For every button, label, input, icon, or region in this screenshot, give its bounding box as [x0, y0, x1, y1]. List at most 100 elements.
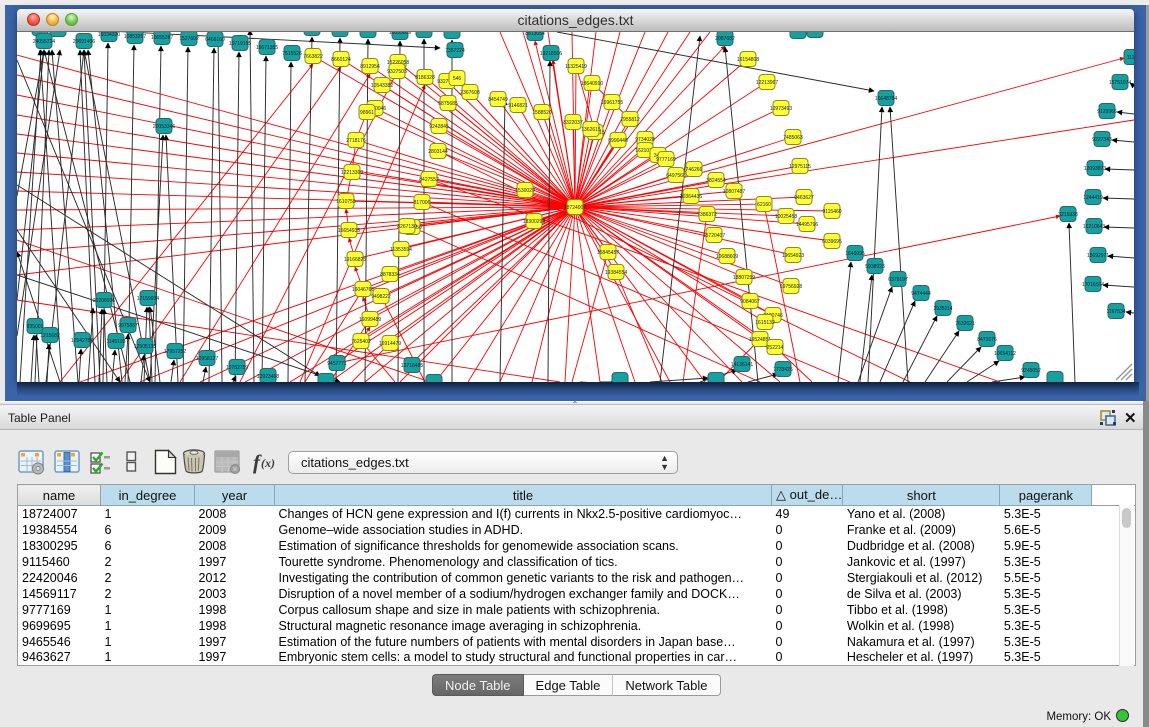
svg-text:5938923: 5938923	[865, 264, 885, 270]
svg-text:19756928: 19756928	[780, 284, 802, 290]
svg-text:18640910: 18640910	[581, 81, 603, 87]
svg-text:19384554: 19384554	[605, 270, 627, 276]
svg-text:19166825: 19166825	[344, 257, 366, 263]
svg-text:10025458: 10025458	[775, 214, 797, 220]
svg-text:15720407: 15720407	[703, 233, 725, 239]
svg-text:5875685: 5875685	[438, 101, 458, 107]
svg-text:16210643: 16210643	[1083, 224, 1105, 230]
svg-text:7625402: 7625402	[351, 339, 371, 345]
svg-text:1362615: 1362615	[581, 127, 601, 133]
svg-text:10654112: 10654112	[994, 351, 1016, 357]
svg-text:10958127: 10958127	[196, 356, 218, 362]
svg-text:8267130: 8267130	[397, 224, 417, 230]
svg-text:1588520: 1588520	[532, 110, 552, 116]
svg-text:19654923: 19654923	[782, 253, 804, 259]
svg-text:12213967: 12213967	[756, 80, 778, 86]
svg-text:9115460: 9115460	[822, 209, 841, 215]
svg-text:3215938: 3215938	[1058, 212, 1078, 218]
svg-text:1610755: 1610755	[336, 199, 356, 205]
svg-text:10807487: 10807487	[723, 189, 745, 195]
svg-text:9457771: 9457771	[327, 361, 347, 367]
svg-text:9327503: 9327503	[387, 69, 407, 75]
svg-text:9245052: 9245052	[1021, 368, 1041, 374]
svg-text:746266: 746266	[686, 167, 703, 173]
svg-text:12093873: 12093873	[1084, 166, 1106, 172]
svg-text:8427552: 8427552	[419, 177, 439, 183]
svg-text:6466160: 6466160	[205, 37, 225, 43]
svg-text:546: 546	[453, 76, 462, 82]
svg-text:8990448: 8990448	[608, 138, 628, 144]
svg-text:8660124: 8660124	[331, 57, 351, 63]
svg-text:18724007: 18724007	[564, 205, 586, 211]
svg-text:1244419: 1244419	[1083, 195, 1103, 201]
svg-text:2935114: 2935114	[933, 306, 952, 312]
svg-text:1615132: 1615132	[755, 320, 775, 326]
svg-text:12923468: 12923468	[257, 374, 279, 380]
svg-text:20364436: 20364436	[680, 194, 702, 200]
svg-text:20691406: 20691406	[73, 39, 95, 45]
svg-text:7386372: 7386372	[697, 212, 717, 218]
svg-text:16671355: 16671355	[256, 45, 278, 51]
svg-text:2803144: 2803144	[428, 149, 448, 155]
svg-text:(x): (x)	[261, 456, 275, 470]
svg-text:9777169: 9777169	[656, 157, 676, 163]
svg-text:19218506: 19218506	[540, 51, 562, 57]
svg-text:9242845: 9242845	[429, 124, 449, 130]
svg-text:10543382: 10543382	[371, 83, 393, 89]
svg-text:16961755: 16961755	[601, 100, 623, 106]
svg-text:9146821: 9146821	[508, 103, 528, 109]
svg-text:24055724: 24055724	[33, 39, 55, 45]
svg-text:17016504: 17016504	[1082, 282, 1104, 288]
svg-text:7485063: 7485063	[783, 135, 803, 141]
svg-text:7663822: 7663822	[303, 54, 323, 60]
svg-text:7955812: 7955812	[620, 117, 640, 123]
svg-text:13716485: 13716485	[401, 363, 423, 369]
svg-text:7632621: 7632621	[955, 321, 975, 327]
svg-text:9498222: 9498222	[371, 294, 391, 300]
svg-text:6039695: 6039695	[822, 239, 842, 245]
svg-text:9975867: 9975867	[118, 323, 138, 329]
svg-text:98961: 98961	[360, 110, 374, 116]
svg-text:10655287: 10655287	[151, 35, 173, 41]
svg-text:1112: 1112	[1127, 55, 1134, 61]
svg-text:1640995: 1640995	[845, 251, 865, 257]
svg-text:15751074: 15751074	[1109, 80, 1131, 86]
svg-text:16046768: 16046768	[352, 287, 374, 293]
svg-text:17159934: 17159934	[137, 296, 159, 302]
svg-text:10973493: 10973493	[770, 106, 792, 112]
svg-text:11325419: 11325419	[565, 64, 587, 70]
svg-text:9227343: 9227343	[1092, 137, 1112, 143]
svg-text:7357224: 7357224	[445, 48, 465, 54]
svg-text:7515526: 7515526	[282, 51, 302, 57]
svg-text:3824554: 3824554	[706, 178, 726, 184]
svg-text:10782759: 10782759	[226, 365, 248, 371]
svg-text:20053346: 20053346	[153, 124, 175, 130]
svg-text:1145193: 1145193	[106, 339, 125, 345]
svg-text:2718176: 2718176	[346, 138, 366, 144]
svg-text:17957252: 17957252	[164, 349, 186, 355]
svg-text:12942757: 12942757	[71, 338, 93, 344]
svg-text:14495796: 14495796	[796, 222, 818, 228]
svg-text:12213369: 12213369	[341, 170, 363, 176]
svg-text:1527602: 1527602	[179, 36, 199, 42]
svg-text:935001: 935001	[27, 324, 44, 330]
svg-text:16914479: 16914479	[379, 341, 401, 347]
svg-text:8454749: 8454749	[488, 97, 508, 103]
svg-text:8813054: 8813054	[525, 32, 545, 37]
svg-text:2367608: 2367608	[460, 90, 480, 96]
svg-text:8186328: 8186328	[415, 75, 435, 81]
svg-text:8322037: 8322037	[563, 120, 583, 126]
svg-text:14136141: 14136141	[731, 362, 753, 368]
svg-text:9084067: 9084067	[740, 299, 760, 305]
svg-text:1530029: 1530029	[515, 188, 535, 194]
svg-text:10688609: 10688609	[716, 254, 738, 260]
svg-text:252214: 252214	[767, 345, 784, 351]
svg-text:12975115: 12975115	[789, 164, 811, 170]
svg-text:18807299: 18807299	[733, 275, 755, 281]
svg-text:16654935: 16654935	[338, 228, 360, 234]
svg-text:18300295: 18300295	[523, 219, 545, 225]
svg-text:10719155: 10719155	[229, 41, 251, 47]
svg-text:16034320: 16034320	[98, 32, 120, 38]
svg-text:9474444: 9474444	[911, 291, 931, 297]
svg-text:8912954: 8912954	[360, 64, 380, 70]
